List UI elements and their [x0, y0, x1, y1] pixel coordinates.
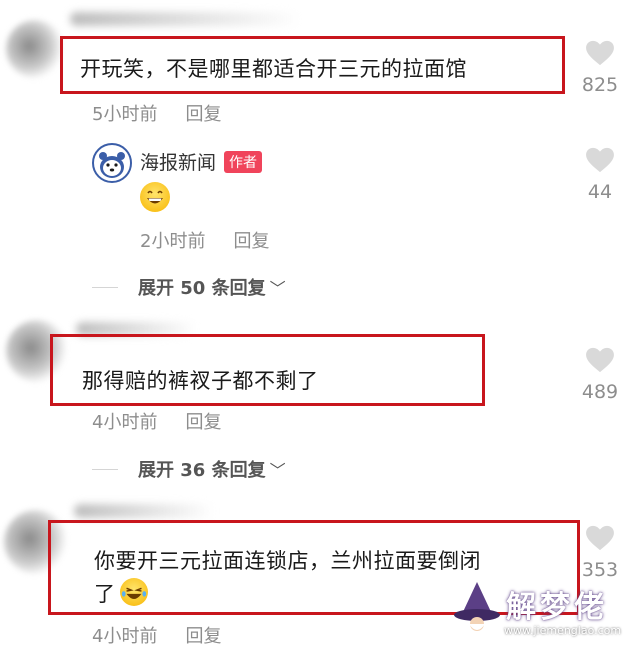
like-count: 825	[581, 74, 619, 96]
chevron-down-icon: ﹀	[269, 279, 286, 298]
like-button[interactable]: 44	[570, 147, 630, 203]
author-badge: 作者	[224, 151, 263, 173]
reply-button[interactable]: 回复	[233, 231, 269, 252]
reply-author-name[interactable]: 海报新闻	[140, 152, 216, 174]
reply-button[interactable]: 回复	[185, 104, 221, 125]
heart-icon	[586, 347, 614, 373]
reply-meta: 2小时前 回复	[140, 227, 269, 253]
watermark: 解梦佬 www.jiemenglao.com	[452, 580, 632, 640]
comment-text-line1: 你要开三元拉面连锁店，兰州拉面要倒闭	[94, 549, 481, 573]
expand-replies-button[interactable]: 展开 50 条回复 ﹀	[92, 274, 286, 300]
like-button[interactable]: 489	[570, 347, 630, 403]
comment-meta: 4小时前 回复	[92, 408, 221, 434]
comment-text-line2: 了	[94, 582, 116, 606]
laughing-emoji-icon	[120, 578, 148, 606]
chevron-down-icon: ﹀	[269, 461, 286, 480]
like-button[interactable]: 353	[570, 525, 630, 581]
heart-icon	[586, 147, 614, 173]
comment-time: 4小时前	[92, 412, 158, 433]
comment-meta: 4小时前 回复	[92, 622, 221, 648]
reply-author-line: 海报新闻 作者	[140, 148, 263, 175]
username-blurred[interactable]	[70, 12, 300, 26]
username-blurred[interactable]	[74, 504, 214, 518]
heart-icon	[586, 40, 614, 66]
comment-meta: 5小时前 回复	[92, 100, 221, 126]
bear-logo-icon	[99, 152, 125, 178]
comment-text: 那得赔的裤衩子都不剩了	[82, 369, 319, 393]
like-button[interactable]: 825	[570, 40, 630, 96]
wizard-hat-logo-icon	[454, 582, 500, 631]
reply-button[interactable]: 回复	[185, 412, 221, 433]
like-count: 353	[581, 559, 619, 581]
comment-time: 5小时前	[92, 104, 158, 125]
grinning-emoji-icon	[140, 182, 170, 212]
expand-replies-label: 展开 36 条回复	[138, 460, 266, 481]
heart-icon	[586, 525, 614, 551]
divider-line	[92, 286, 118, 288]
expand-replies-label: 展开 50 条回复	[138, 278, 266, 299]
watermark-title: 解梦佬	[506, 590, 608, 625]
reply-time: 2小时前	[140, 231, 206, 252]
author-avatar[interactable]	[92, 143, 132, 183]
like-count: 44	[587, 181, 613, 203]
avatar[interactable]	[6, 20, 64, 78]
comment-text: 开玩笑，不是哪里都适合开三元的拉面馆	[80, 57, 467, 81]
divider-line	[92, 468, 118, 470]
like-count: 489	[581, 381, 619, 403]
expand-replies-button[interactable]: 展开 36 条回复 ﹀	[92, 456, 286, 482]
watermark-url: www.jiemenglao.com	[504, 624, 622, 637]
